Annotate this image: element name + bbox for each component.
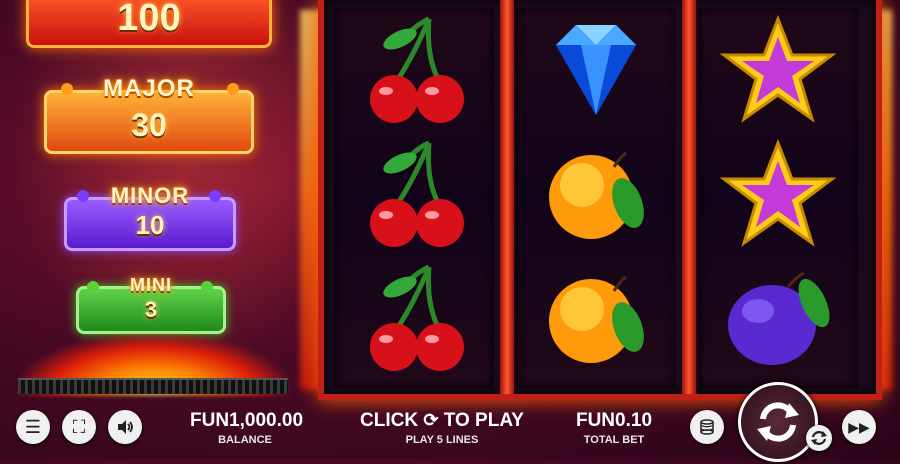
symbol-star — [698, 132, 858, 256]
major-jackpot-panel: MAJOR 30 — [44, 75, 254, 154]
autoplay-icon — [811, 431, 827, 445]
fullscreen-button[interactable]: ⛶ — [62, 410, 96, 444]
lines-label: PLAY 5 LINES — [405, 434, 479, 446]
reels-frame — [318, 0, 882, 400]
refresh-icon: ⟳ — [423, 410, 439, 430]
major-jackpot-label: MAJOR — [103, 75, 195, 102]
star-icon — [719, 139, 837, 247]
total-bet-value: FUN0.10 — [575, 410, 653, 431]
reel-divider — [682, 0, 696, 394]
balance-value: FUN1,000.00 — [190, 410, 304, 431]
symbol-cherry — [334, 256, 494, 380]
plum-icon — [728, 271, 830, 365]
minor-jackpot-label: MINOR — [110, 183, 190, 208]
grand-jackpot-value: 100 — [117, 0, 181, 39]
symbol-plum — [698, 256, 858, 380]
symbol-cherry — [334, 8, 494, 132]
symbol-cherry — [334, 132, 494, 256]
symbol-diamond — [516, 8, 676, 132]
cherry-icon — [370, 140, 464, 247]
play-prompt: CLICK ⟳ TO PLAY PLAY 5 LINES — [360, 410, 524, 446]
balance-display: FUN1,000.00 BALANCE — [190, 410, 304, 446]
minor-jackpot-panel: MINOR 10 — [64, 183, 236, 251]
major-jackpot-value: 30 — [131, 107, 167, 143]
fullscreen-icon: ⛶ — [72, 416, 86, 437]
balance-label: BALANCE — [218, 434, 272, 446]
menu-button[interactable]: ☰ — [16, 410, 50, 444]
total-bet-label: TOTAL BET — [583, 434, 645, 446]
diamond-icon — [556, 25, 636, 115]
symbol-orange — [516, 132, 676, 256]
reel-1 — [334, 8, 494, 388]
turbo-button[interactable]: ▶▶ — [842, 410, 876, 444]
coin-stack-icon — [700, 419, 714, 435]
sound-button[interactable] — [108, 410, 142, 444]
cherry-icon — [370, 16, 464, 123]
refresh-icon — [757, 402, 799, 442]
reel-divider — [500, 0, 514, 394]
reel-2 — [516, 8, 676, 388]
symbol-orange — [516, 256, 676, 380]
speaker-icon — [118, 420, 133, 434]
cherry-icon — [370, 264, 464, 371]
total-bet-display: FUN0.10 TOTAL BET — [566, 410, 662, 446]
reel-3 — [698, 8, 858, 388]
grill-decoration — [18, 378, 288, 394]
grand-jackpot-panel: 100 — [26, 0, 272, 48]
orange-icon — [549, 275, 644, 363]
mini-jackpot-value: 3 — [144, 297, 158, 322]
mini-jackpot-label: MINI — [130, 275, 172, 295]
star-icon — [719, 15, 837, 123]
menu-icon: ☰ — [24, 416, 42, 437]
symbol-star — [698, 8, 858, 132]
prompt-text-after: TO PLAY — [443, 410, 524, 431]
fast-forward-icon: ▶▶ — [848, 418, 870, 435]
bet-button[interactable] — [690, 410, 724, 444]
minor-jackpot-value: 10 — [135, 210, 165, 240]
autoplay-button[interactable] — [806, 425, 832, 451]
prompt-text-before: CLICK — [360, 410, 419, 431]
mini-jackpot-panel: MINI 3 — [76, 275, 226, 334]
orange-icon — [549, 151, 644, 239]
